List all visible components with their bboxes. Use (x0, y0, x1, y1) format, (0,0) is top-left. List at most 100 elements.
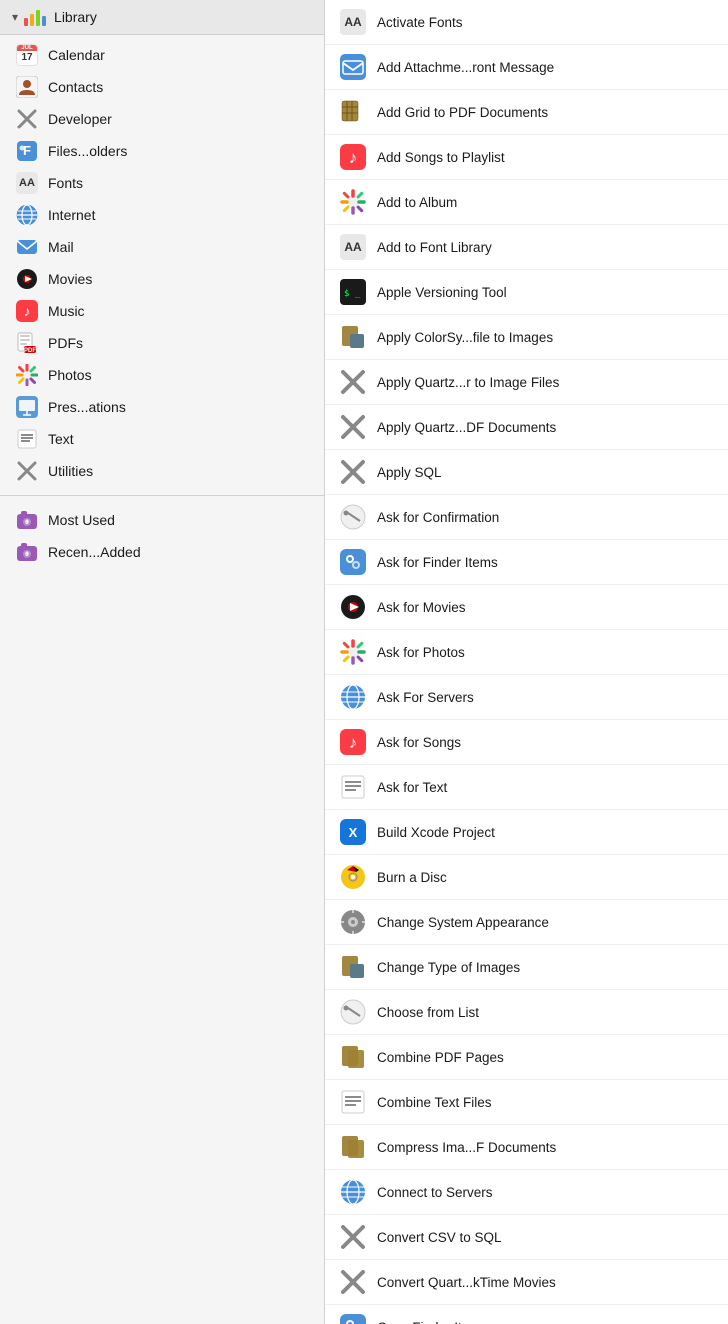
sidebar-item-utilities[interactable]: Utilities (0, 455, 324, 487)
burn-disc-label: Burn a Disc (377, 870, 447, 885)
burn-disc-icon (339, 863, 367, 891)
action-item-combine-text[interactable]: Combine Text Files (325, 1080, 728, 1125)
action-item-apply-colorsy[interactable]: Apply ColorSy...file to Images (325, 315, 728, 360)
fonts-label: Fonts (48, 175, 83, 191)
sidebar-item-movies[interactable]: Movies (0, 263, 324, 295)
sidebar-item-files[interactable]: F Files...olders (0, 135, 324, 167)
action-item-add-to-album[interactable]: Add to Album (325, 180, 728, 225)
apply-quartz-pdf-label: Apply Quartz...DF Documents (377, 420, 556, 435)
sidebar-item-music[interactable]: ♪ Music (0, 295, 324, 327)
sidebar-item-most-used[interactable]: Most Used (0, 504, 324, 536)
svg-text:$ _: $ _ (344, 289, 361, 299)
svg-text:X: X (349, 825, 358, 840)
action-item-ask-servers[interactable]: Ask For Servers (325, 675, 728, 720)
chevron-icon: ▾ (12, 10, 18, 24)
action-item-ask-songs[interactable]: ♪ Ask for Songs (325, 720, 728, 765)
ask-movies-label: Ask for Movies (377, 600, 466, 615)
movies-icon (16, 268, 38, 290)
add-font-library-icon: AA (339, 233, 367, 261)
action-item-add-songs[interactable]: ♪ Add Songs to Playlist (325, 135, 728, 180)
files-icon: F (16, 140, 38, 162)
photos-icon (16, 364, 38, 386)
copy-finder-label: Copy Finder Items (377, 1320, 487, 1324)
action-item-compress-images[interactable]: Compress Ima...F Documents (325, 1125, 728, 1170)
action-item-change-image-type[interactable]: Change Type of Images (325, 945, 728, 990)
action-item-apply-quartz-images[interactable]: Apply Quartz...r to Image Files (325, 360, 728, 405)
sidebar-item-pdfs[interactable]: PDF PDFs (0, 327, 324, 359)
change-appearance-icon (339, 908, 367, 936)
action-item-burn-disc[interactable]: Burn a Disc (325, 855, 728, 900)
add-grid-pdf-icon (339, 98, 367, 126)
combine-pdf-icon (339, 1043, 367, 1071)
action-item-add-grid-pdf[interactable]: Add Grid to PDF Documents (325, 90, 728, 135)
action-item-apple-versioning[interactable]: $ _ Apple Versioning Tool (325, 270, 728, 315)
activate-fonts-label: Activate Fonts (377, 15, 463, 30)
movies-label: Movies (48, 271, 92, 287)
library-icon (24, 8, 46, 26)
action-item-convert-quartz[interactable]: Convert Quart...kTime Movies (325, 1260, 728, 1305)
sidebar-item-developer[interactable]: Developer (0, 103, 324, 135)
action-item-connect-servers[interactable]: Connect to Servers (325, 1170, 728, 1215)
action-item-add-attachment[interactable]: Add Attachme...ront Message (325, 45, 728, 90)
action-item-ask-photos[interactable]: Ask for Photos (325, 630, 728, 675)
apply-colorsy-icon (339, 323, 367, 351)
ask-photos-icon (339, 638, 367, 666)
add-attachment-label: Add Attachme...ront Message (377, 60, 554, 75)
sidebar-item-photos[interactable]: Photos (0, 359, 324, 391)
ask-confirmation-label: Ask for Confirmation (377, 510, 499, 525)
add-font-library-label: Add to Font Library (377, 240, 492, 255)
add-grid-pdf-label: Add Grid to PDF Documents (377, 105, 548, 120)
action-item-add-font-library[interactable]: AA Add to Font Library (325, 225, 728, 270)
presentations-label: Pres...ations (48, 399, 126, 415)
connect-servers-label: Connect to Servers (377, 1185, 493, 1200)
sidebar-item-text[interactable]: Text (0, 423, 324, 455)
sidebar-item-contacts[interactable]: Contacts (0, 71, 324, 103)
ask-text-label: Ask for Text (377, 780, 447, 795)
svg-text:♪: ♪ (24, 303, 31, 319)
sidebar-list: JUL 17 Calendar Contacts (0, 35, 324, 491)
sidebar-item-fonts[interactable]: AA Fonts (0, 167, 324, 199)
action-item-choose-list[interactable]: Choose from List (325, 990, 728, 1035)
apply-quartz-images-icon (339, 368, 367, 396)
action-item-combine-pdf[interactable]: Combine PDF Pages (325, 1035, 728, 1080)
action-item-change-appearance[interactable]: Change System Appearance (325, 900, 728, 945)
internet-icon (16, 204, 38, 226)
sidebar-item-recently-added[interactable]: Recen...Added (0, 536, 324, 568)
action-item-ask-confirmation[interactable]: Ask for Confirmation (325, 495, 728, 540)
ask-finder-icon (339, 548, 367, 576)
action-item-apply-quartz-pdf[interactable]: Apply Quartz...DF Documents (325, 405, 728, 450)
ask-text-icon (339, 773, 367, 801)
action-item-convert-csv[interactable]: Convert CSV to SQL (325, 1215, 728, 1260)
action-item-ask-movies[interactable]: Ask for Movies (325, 585, 728, 630)
action-item-copy-finder[interactable]: Copy Finder Items (325, 1305, 728, 1324)
connect-servers-icon (339, 1178, 367, 1206)
sidebar-item-internet[interactable]: Internet (0, 199, 324, 231)
apply-colorsy-label: Apply ColorSy...file to Images (377, 330, 553, 345)
ask-finder-label: Ask for Finder Items (377, 555, 498, 570)
most-used-icon (16, 509, 38, 531)
ask-servers-icon (339, 683, 367, 711)
library-header[interactable]: ▾ Library (0, 0, 324, 35)
action-item-ask-text[interactable]: Ask for Text (325, 765, 728, 810)
action-item-apply-sql[interactable]: Apply SQL (325, 450, 728, 495)
apply-quartz-pdf-icon (339, 413, 367, 441)
utilities-label: Utilities (48, 463, 93, 479)
ask-songs-label: Ask for Songs (377, 735, 461, 750)
text-label: Text (48, 431, 74, 447)
action-item-activate-fonts[interactable]: AA Activate Fonts (325, 0, 728, 45)
internet-label: Internet (48, 207, 95, 223)
action-item-ask-finder[interactable]: Ask for Finder Items (325, 540, 728, 585)
ask-movies-icon (339, 593, 367, 621)
sidebar-item-mail[interactable]: Mail (0, 231, 324, 263)
copy-finder-icon (339, 1313, 367, 1324)
apple-versioning-icon: $ _ (339, 278, 367, 306)
add-to-album-label: Add to Album (377, 195, 457, 210)
add-songs-label: Add Songs to Playlist (377, 150, 505, 165)
apple-versioning-label: Apple Versioning Tool (377, 285, 507, 300)
fonts-icon: AA (16, 172, 38, 194)
compress-images-icon (339, 1133, 367, 1161)
utilities-icon (16, 460, 38, 482)
sidebar-item-calendar[interactable]: JUL 17 Calendar (0, 39, 324, 71)
action-item-build-xcode[interactable]: X Build Xcode Project (325, 810, 728, 855)
sidebar-item-presentations[interactable]: Pres...ations (0, 391, 324, 423)
